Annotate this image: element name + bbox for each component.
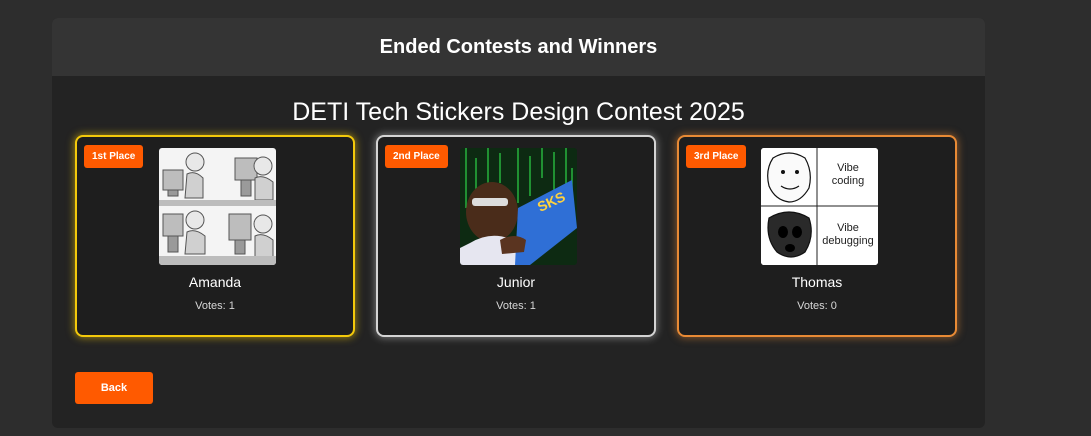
meme-computer-guys-image [159, 148, 276, 265]
winner-name: Thomas [791, 274, 843, 290]
winner-card-first[interactable]: 1st Place Amanda Votes: 1 [75, 135, 355, 337]
contest-title: DETI Tech Stickers Design Contest 2025 [292, 98, 745, 126]
vote-count: Votes: 1 [195, 300, 235, 312]
contests-panel: Ended Contests and Winners DETI Tech Sti… [52, 18, 985, 428]
panel-header: Ended Contests and Winners [52, 18, 985, 76]
place-badge: 2nd Place [385, 145, 448, 168]
winner-card-third[interactable]: 3rd Place Vibe coding Vibe debugging Tho… [677, 135, 957, 337]
vote-count: Votes: 1 [496, 300, 536, 312]
winner-card-second[interactable]: 2nd Place SKS Junior Votes: 1 [376, 135, 656, 337]
place-badge: 3rd Place [686, 145, 747, 168]
vote-count: Votes: 0 [797, 300, 837, 312]
page-title: Ended Contests and Winners [379, 35, 658, 58]
hacker-kid-image: SKS [460, 148, 577, 265]
place-badge: 1st Place [84, 145, 144, 168]
winner-name: Amanda [188, 274, 242, 290]
winner-name: Junior [496, 274, 536, 290]
vibe-meme-image: Vibe coding Vibe debugging [761, 148, 878, 265]
meme-text-bottom: Vibe debugging [822, 222, 874, 247]
meme-text-top: Vibe coding [831, 162, 865, 187]
back-button[interactable]: Back [75, 372, 153, 404]
